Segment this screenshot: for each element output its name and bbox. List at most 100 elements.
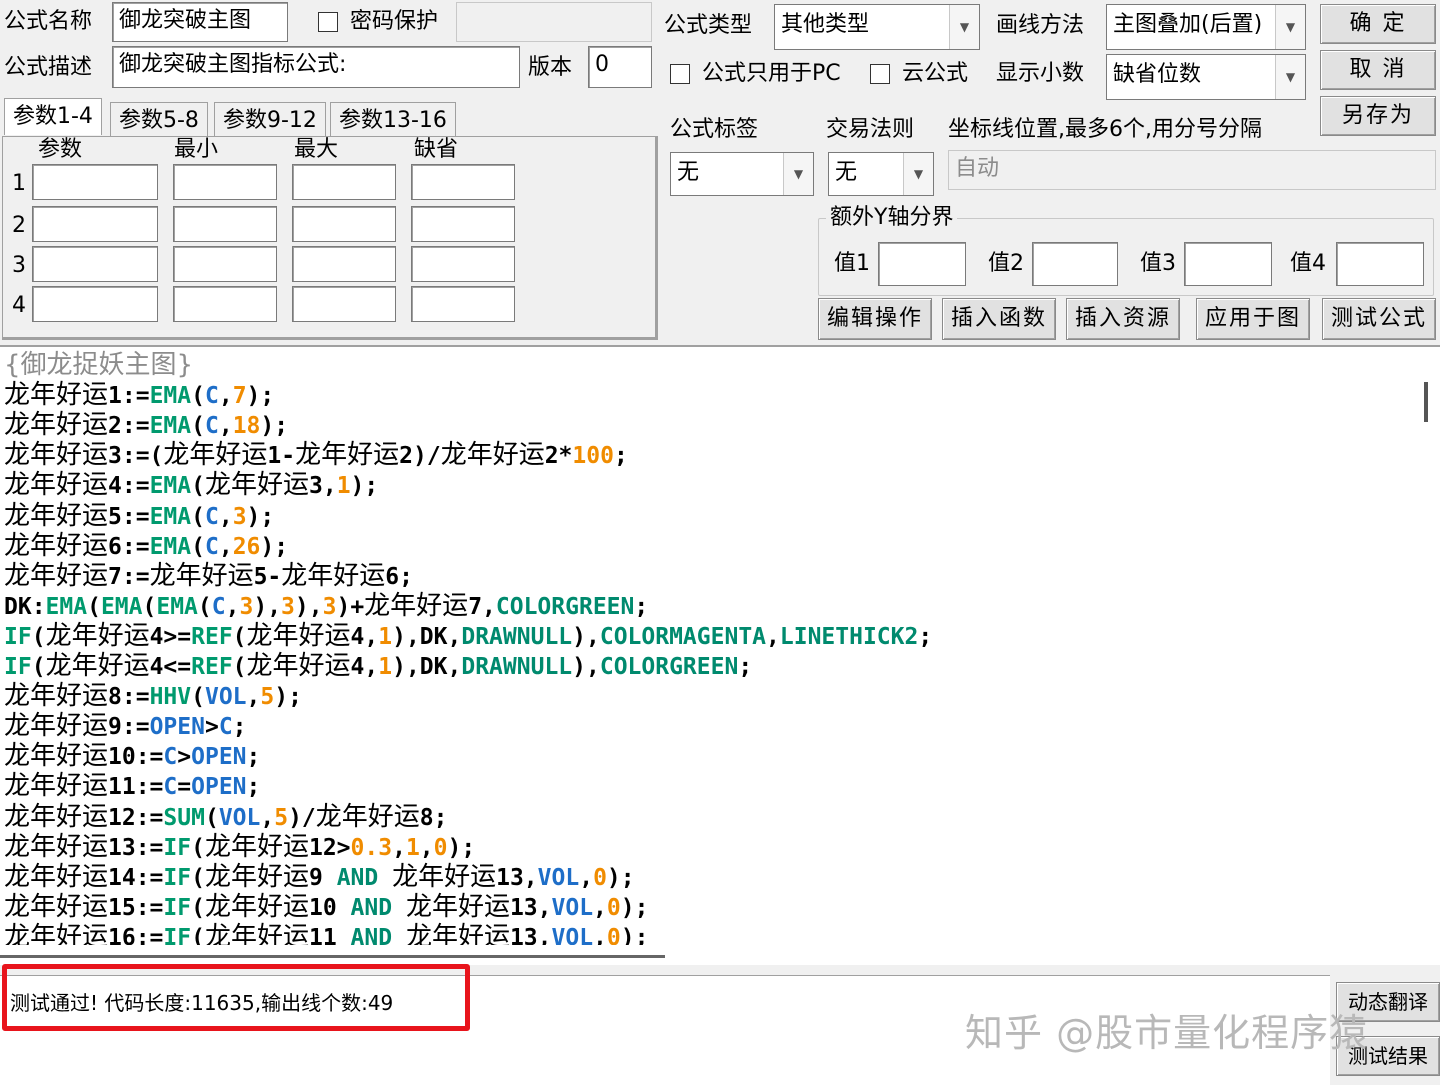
tab-params-9-12[interactable]: 参数9-12 [214,102,326,139]
param-1-min-input[interactable] [173,164,277,200]
version-input[interactable]: 0 [588,46,652,88]
horizontal-scrollbar[interactable] [0,945,1412,965]
code-line: 龙年好运4:=EMA(龙年好运3,1); [4,470,379,501]
tab-params-5-8[interactable]: 参数5-8 [110,102,208,139]
code-line: 龙年好运10:=C>OPEN; [4,741,261,772]
param-header-default: 缺省 [414,137,459,162]
save-as-button[interactable]: 另存为 [1320,96,1436,136]
decimals-value: 缺省位数 [1113,62,1202,87]
formula-tag-value: 无 [677,160,700,185]
code-line: 龙年好运13:=IF(龙年好运12>0.3,1,0); [4,831,476,862]
param-row-number: 2 [12,213,26,238]
cloud-label: 云公式 [902,61,969,86]
y-value-2-label: 值2 [988,251,1024,276]
y-value-3-label: 值3 [1140,251,1176,276]
code-line: 龙年好运3:=(龙年好运1-龙年好运2)/龙年好运2*100; [4,440,628,471]
insert-function-button[interactable]: 插入函数 [942,298,1056,340]
formula-desc-input[interactable]: 御龙突破主图指标公式: [112,46,520,88]
password-label: 密码保护 [350,9,439,34]
vertical-scrollbar[interactable] [1412,347,1440,947]
tab-params-13-16[interactable]: 参数13-16 [330,102,456,139]
code-line: 龙年好运8:=HHV(VOL,5); [4,681,302,712]
param-4-max-input[interactable] [292,286,396,322]
formula-type-select[interactable]: 其他类型 ▼ [774,4,980,50]
code-line: 龙年好运9:=OPEN>C; [4,711,247,742]
code-line: 龙年好运12:=SUM(VOL,5)/龙年好运8; [4,801,448,832]
param-1-name-input[interactable] [32,164,158,200]
param-1-default-input[interactable] [411,164,515,200]
code-line: 龙年好运15:=IF(龙年好运10 AND 龙年好运13,VOL,0); [4,891,649,922]
param-3-min-input[interactable] [173,246,277,282]
formula-tag-select[interactable]: 无 ▼ [670,152,814,196]
decimals-label: 显示小数 [996,61,1085,86]
param-row-number: 3 [12,253,26,278]
edit-ops-button[interactable]: 编辑操作 [818,298,932,340]
param-4-name-input[interactable] [32,286,158,322]
param-3-default-input[interactable] [411,246,515,282]
param-4-default-input[interactable] [411,286,515,322]
code-line: 龙年好运14:=IF(龙年好运9 AND 龙年好运13,VOL,0); [4,861,635,892]
formula-type-value: 其他类型 [781,12,870,37]
y-value-1-input[interactable] [878,242,966,286]
y-value-2-input[interactable] [1032,242,1118,286]
scrollbar-thumb[interactable] [0,955,665,958]
draw-method-value: 主图叠加(后置) [1113,12,1263,37]
param-2-default-input[interactable] [411,206,515,242]
ok-button[interactable]: 确 定 [1320,4,1436,44]
param-2-name-input[interactable] [32,206,158,242]
param-header-max: 最大 [294,137,339,162]
param-header-name: 参数 [38,137,83,162]
code-editor[interactable]: {御龙捉妖主图} 龙年好运1:=EMA(C,7); 龙年好运2:=EMA(C,18)… [0,345,1440,965]
cancel-button[interactable]: 取 消 [1320,50,1436,90]
trade-rule-label: 交易法则 [826,117,915,142]
formula-desc-label: 公式描述 [4,55,93,80]
code-line: 龙年好运11:=C=OPEN; [4,771,261,802]
param-2-max-input[interactable] [292,206,396,242]
code-line: 龙年好运1:=EMA(C,7); [4,380,275,411]
chevron-down-icon: ▼ [1275,5,1305,49]
draw-method-label: 画线方法 [996,13,1085,38]
param-3-name-input[interactable] [32,246,158,282]
param-4-min-input[interactable] [173,286,277,322]
watermark-text: 知乎 @股市量化程序猿 [965,1011,1369,1055]
code-line: IF(龙年好运4<=REF(龙年好运4,1),DK,DRAWNULL),COLO… [4,651,753,681]
y-axis-group-title: 额外Y轴分界 [826,205,958,231]
param-row-number: 4 [12,293,26,318]
code-line: DK:EMA(EMA(EMA(C,3),3),3)+龙年好运7,COLORGRE… [4,590,649,621]
scrollbar-thumb[interactable] [1424,382,1428,422]
param-row-number: 1 [12,171,26,196]
status-message: 测试通过! 代码长度:11635,输出线个数:49 [10,991,394,1015]
param-1-max-input[interactable] [292,164,396,200]
y-value-3-input[interactable] [1184,242,1272,286]
trade-rule-select[interactable]: 无 ▼ [828,152,934,196]
chevron-down-icon: ▼ [949,5,979,49]
y-value-4-input[interactable] [1336,242,1424,286]
draw-method-select[interactable]: 主图叠加(后置) ▼ [1106,4,1306,50]
y-value-1-label: 值1 [834,251,870,276]
formula-type-label: 公式类型 [664,13,753,38]
decimals-select[interactable]: 缺省位数 ▼ [1106,54,1306,100]
chevron-down-icon: ▼ [903,153,933,195]
coord-line-input[interactable]: 自动 [948,150,1436,190]
insert-resource-button[interactable]: 插入资源 [1066,298,1180,340]
pc-only-label: 公式只用于PC [702,61,841,86]
chevron-down-icon: ▼ [783,153,813,195]
code-line: 龙年好运5:=EMA(C,3); [4,500,275,531]
password-checkbox[interactable] [318,12,338,32]
param-3-max-input[interactable] [292,246,396,282]
param-2-min-input[interactable] [173,206,277,242]
apply-to-chart-button[interactable]: 应用于图 [1196,298,1310,340]
chevron-down-icon: ▼ [1275,55,1305,99]
code-line: 龙年好运7:=龙年好运5-龙年好运6; [4,560,413,591]
formula-name-input[interactable]: 御龙突破主图 [112,2,288,42]
test-formula-button[interactable]: 测试公式 [1322,298,1436,340]
pc-only-checkbox[interactable] [670,64,690,84]
formula-tag-label: 公式标签 [670,117,759,142]
code-line: 龙年好运2:=EMA(C,18); [4,410,289,441]
tab-params-1-4[interactable]: 参数1-4 [4,98,102,135]
cloud-checkbox[interactable] [870,64,890,84]
param-header-min: 最小 [174,137,219,162]
code-line: {御龙捉妖主图} [4,350,194,380]
y-value-4-label: 值4 [1290,251,1326,276]
password-input [456,2,652,42]
